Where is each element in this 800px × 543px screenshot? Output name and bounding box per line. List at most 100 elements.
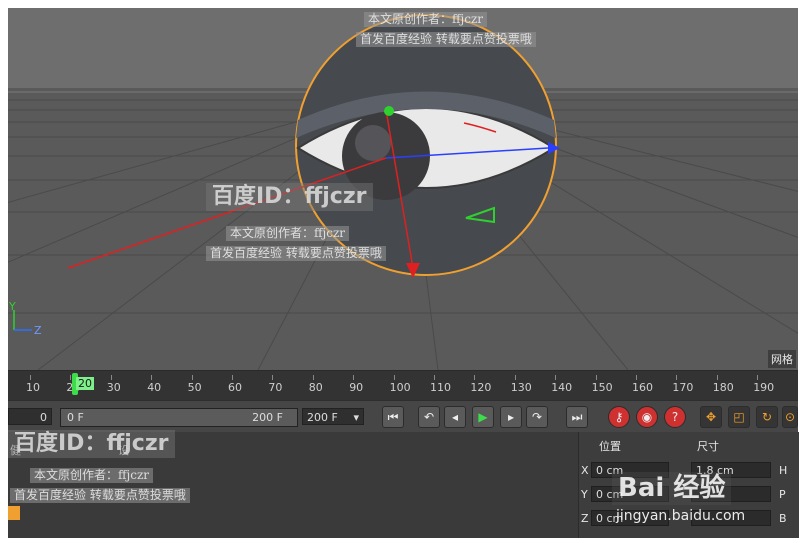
ruler-tick-label: 40 bbox=[147, 381, 162, 394]
help-icon: ? bbox=[671, 410, 679, 424]
ruler-tick-label: 70 bbox=[268, 381, 283, 394]
baidu-url-watermark: jingyan.baidu.com bbox=[616, 508, 746, 524]
goto-start-button[interactable]: ⏮ bbox=[382, 406, 404, 428]
preview-range-slider[interactable]: 0 F 200 F bbox=[60, 408, 298, 427]
goto-end-button[interactable]: ⏭ bbox=[566, 406, 588, 428]
autokey-icon: ◉ bbox=[641, 410, 653, 424]
ruler-tick-label: 80 bbox=[308, 381, 323, 394]
watermark-publish-center: 首发百度经验 转载要点赞投票哦 bbox=[206, 246, 386, 261]
axis-z-label: Z bbox=[34, 324, 42, 337]
ruler-tick-label: 160 bbox=[632, 381, 653, 394]
loop-forward-icon: ↷ bbox=[531, 410, 543, 424]
scale-icon: ◰ bbox=[733, 410, 745, 424]
step-forward-icon: ▸ bbox=[507, 410, 515, 424]
watermark-author-center: 本文原创作者：ffjczr bbox=[226, 226, 350, 241]
viewport-grid-label: 网格 bbox=[768, 350, 796, 368]
next-key-button[interactable]: ↷ bbox=[526, 406, 548, 428]
ruler-tick-mark bbox=[353, 375, 355, 380]
pitch-label: P bbox=[779, 488, 786, 501]
z-axis-label: Z bbox=[581, 512, 589, 525]
watermark-publish-top: 首发百度经验 转载要点赞投票哦 bbox=[356, 32, 536, 47]
loop-back-icon: ↶ bbox=[423, 410, 435, 424]
watermark-id-bottom: 百度ID：ffjczr bbox=[8, 430, 175, 458]
ruler-tick-label: 90 bbox=[349, 381, 364, 394]
screenshot-frame: Y Z 网格 10 20 30 40 50 60 70 80 90 100 110 120 130 140… bbox=[0, 0, 800, 543]
ruler-tick-mark bbox=[393, 375, 395, 380]
ruler-tick-mark bbox=[676, 375, 678, 380]
timeline-ruler[interactable]: 10 20 30 40 50 60 70 80 90 100 110 120 130 140 150 160 1… bbox=[8, 370, 798, 401]
y-axis-label: Y bbox=[581, 488, 588, 501]
step-back-icon: ◂ bbox=[451, 410, 459, 424]
ruler-tick-label: 30 bbox=[106, 381, 121, 394]
3d-viewport[interactable]: Y Z 网格 bbox=[8, 8, 798, 370]
ruler-tick-mark bbox=[434, 375, 435, 380]
rotate-icon: ↻ bbox=[761, 410, 773, 424]
size-header: 尺寸 bbox=[697, 440, 719, 453]
param-tool-button[interactable]: ⊙ bbox=[782, 406, 798, 428]
start-frame-value: 0 bbox=[40, 411, 47, 424]
ruler-tick-mark bbox=[636, 375, 637, 380]
move-icon: ✥ bbox=[705, 410, 717, 424]
ruler-tick-label: 50 bbox=[187, 381, 202, 394]
ruler-tick-mark bbox=[272, 375, 274, 380]
viewport-scene bbox=[8, 8, 798, 370]
ruler-tick-mark bbox=[312, 375, 314, 380]
baidu-logo-watermark: Bai 经验 bbox=[612, 472, 732, 505]
ruler-tick-label: 130 bbox=[510, 381, 532, 394]
autokey-button[interactable]: ◉ bbox=[636, 406, 658, 428]
play-button[interactable]: ▶ bbox=[472, 406, 494, 428]
previous-key-button[interactable]: ↶ bbox=[418, 406, 440, 428]
ruler-tick-label: 120 bbox=[470, 381, 492, 394]
key-icon: ⚷ bbox=[614, 410, 624, 424]
ruler-tick-label: 190 bbox=[753, 381, 775, 394]
ruler-tick-mark bbox=[232, 375, 233, 380]
ruler-tick-label: 140 bbox=[551, 381, 573, 394]
next-frame-button[interactable]: ▸ bbox=[500, 406, 522, 428]
ruler-tick-mark bbox=[474, 375, 476, 380]
range-start-value: 0 F bbox=[67, 411, 84, 424]
material-swatch[interactable] bbox=[8, 506, 20, 520]
rotate-tool-button[interactable]: ↻ bbox=[756, 406, 778, 428]
ruler-tick-label: 10 bbox=[26, 381, 40, 394]
ruler-tick-label: 100 bbox=[389, 381, 411, 394]
bank-label: B bbox=[779, 512, 787, 525]
transport-bar: 0 0 F 200 F 200 F ▾ ⏮ ↶ ◂ ▶ ▸ ↷ ⏭ ⚷ ◉ ? … bbox=[8, 400, 798, 433]
end-frame-value: 200 F bbox=[307, 411, 338, 424]
watermark-author-bottom: 本文原创作者：ffjczr bbox=[30, 468, 154, 483]
position-header: 位置 bbox=[599, 440, 621, 453]
ruler-tick-mark bbox=[716, 375, 718, 380]
watermark-publish-bottom: 首发百度经验 转载要点赞投票哦 bbox=[10, 488, 190, 503]
end-frame-field[interactable]: 200 F ▾ bbox=[302, 408, 364, 425]
ruler-tick-mark bbox=[151, 375, 153, 380]
ruler-tick-mark bbox=[555, 375, 557, 380]
skip-forward-icon: ⏭ bbox=[571, 409, 583, 424]
keyframe-selection-button[interactable]: ? bbox=[664, 406, 686, 428]
record-key-button[interactable]: ⚷ bbox=[608, 406, 630, 428]
skip-back-icon: ⏮ bbox=[387, 409, 399, 424]
start-frame-field[interactable]: 0 bbox=[8, 408, 52, 425]
ruler-tick-label: 170 bbox=[672, 381, 694, 394]
scale-tool-button[interactable]: ◰ bbox=[728, 406, 750, 428]
move-tool-button[interactable]: ✥ bbox=[700, 406, 722, 428]
heading-label: H bbox=[779, 464, 788, 477]
param-icon: ⊙ bbox=[784, 410, 796, 424]
ruler-tick-label: 150 bbox=[591, 381, 613, 394]
frame-ruler: 10 20 30 40 50 60 70 80 90 100 110 120 130 140 150 160 1… bbox=[8, 375, 798, 399]
previous-frame-button[interactable]: ◂ bbox=[444, 406, 466, 428]
ruler-tick-label: 110 bbox=[430, 381, 451, 394]
ruler-tick-mark bbox=[514, 375, 516, 380]
ruler-tick-mark bbox=[757, 375, 759, 380]
watermark-author-top: 本文原创作者：ffjczr bbox=[364, 12, 488, 27]
ruler-tick-mark bbox=[110, 375, 112, 380]
watermark-id-center: 百度ID：ffjczr bbox=[206, 183, 373, 211]
ruler-tick-mark bbox=[30, 375, 31, 380]
axis-y-label: Y bbox=[9, 300, 16, 313]
x-axis-label: X bbox=[581, 464, 589, 477]
playhead-frame-label: 20 bbox=[76, 377, 94, 390]
play-icon: ▶ bbox=[478, 410, 488, 424]
ruler-tick-label: 180 bbox=[712, 381, 734, 394]
range-end-value: 200 F bbox=[252, 411, 283, 424]
chevron-down-icon: ▾ bbox=[353, 411, 359, 424]
ruler-tick-mark bbox=[595, 375, 597, 380]
ruler-tick-label: 60 bbox=[228, 381, 242, 394]
